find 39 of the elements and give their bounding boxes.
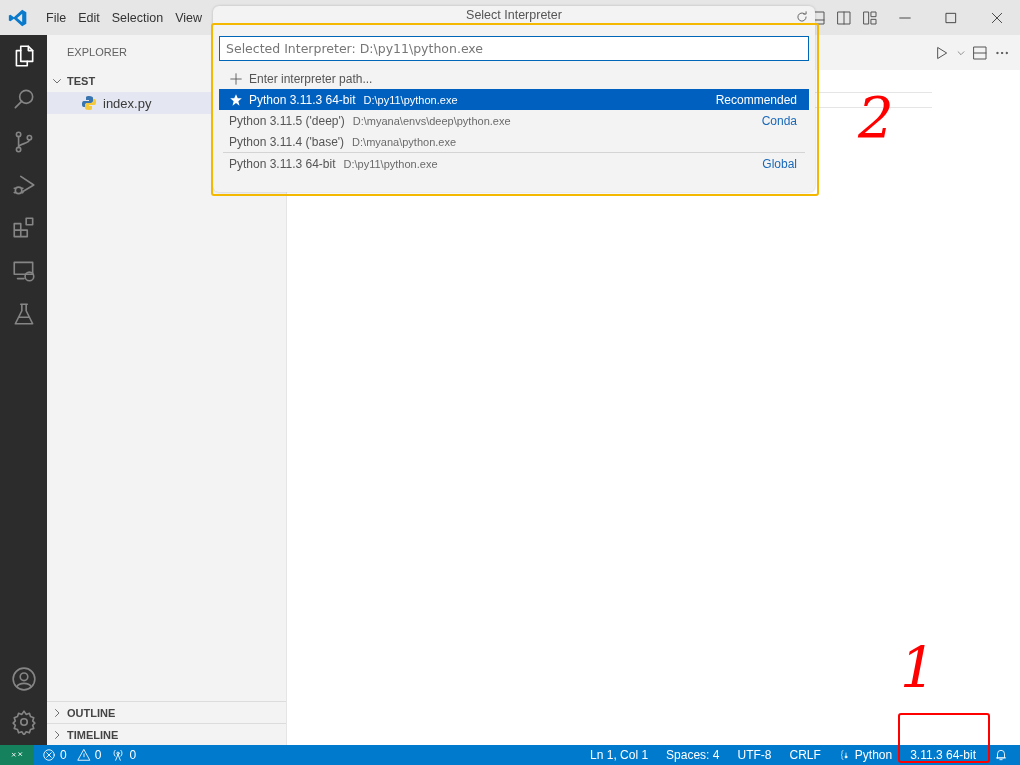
problems-status[interactable]: 0	[76, 748, 102, 762]
refresh-icon[interactable]	[795, 10, 809, 24]
logo-icon	[8, 7, 28, 28]
status-item[interactable]: CRLF	[789, 748, 821, 762]
menu-item[interactable]: Edit	[72, 10, 106, 25]
annotation-number: 2	[858, 90, 894, 146]
close-icon[interactable]	[990, 10, 1004, 25]
interpreter-option[interactable]: Python 3.11.3 64-bit D:\py11\python.exe Recommended	[219, 89, 809, 110]
split-layout-icon[interactable]	[836, 9, 852, 26]
quick-pick-title: Select Interpreter	[466, 8, 562, 24]
status-item[interactable]: 3.11.3 64-bit	[910, 748, 976, 762]
status-item[interactable]: UTF-8	[737, 748, 772, 762]
search-field[interactable]: Selected Interpreter: D:\py11\python.exe	[219, 36, 809, 61]
customize-layout-icon[interactable]	[862, 9, 878, 26]
menu-item[interactable]: Selection	[105, 10, 170, 25]
annotation-number: 1	[900, 640, 936, 696]
account-icon[interactable]	[10, 666, 37, 692]
python-file-icon	[81, 95, 97, 111]
run-icon[interactable]	[934, 44, 950, 61]
interpreter-option[interactable]: Python 3.11.4 ('base') D:\myana\python.exe	[219, 131, 809, 152]
error-icon	[42, 748, 56, 762]
status-item[interactable]: Ln 1, Col 1	[590, 748, 649, 762]
status-item[interactable]: Spaces: 4	[666, 748, 720, 762]
interpreter-option[interactable]: Python 3.11.3 64-bit D:\py11\python.exe Global	[219, 153, 809, 174]
sidebar-title: EXPLORER	[66, 45, 127, 60]
menu-item[interactable]: View	[169, 10, 208, 25]
maximize-icon[interactable]	[944, 10, 958, 25]
bell-icon[interactable]	[994, 748, 1008, 762]
menu-item[interactable]: File	[40, 10, 73, 25]
settings-icon[interactable]	[10, 709, 37, 735]
section-header[interactable]: OUTLINE	[47, 701, 286, 723]
split-editor-icon[interactable]	[972, 44, 988, 61]
quick-pick-action[interactable]: Enter interpreter path...	[219, 68, 809, 89]
ports-status[interactable]: 0	[111, 748, 137, 762]
problems-status[interactable]: 0	[42, 748, 67, 762]
warning-icon	[76, 748, 91, 762]
plus-icon	[229, 71, 243, 86]
broadcast-icon	[111, 748, 126, 762]
language-status[interactable]: Python	[838, 748, 893, 762]
